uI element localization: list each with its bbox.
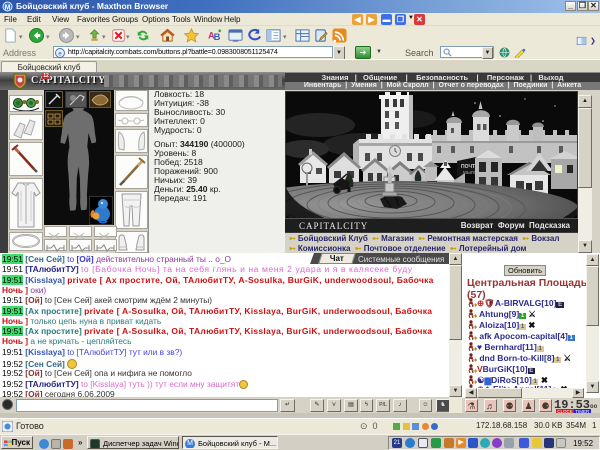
svg-text:M: M — [5, 5, 11, 12]
svg-text:B: B — [214, 32, 221, 42]
